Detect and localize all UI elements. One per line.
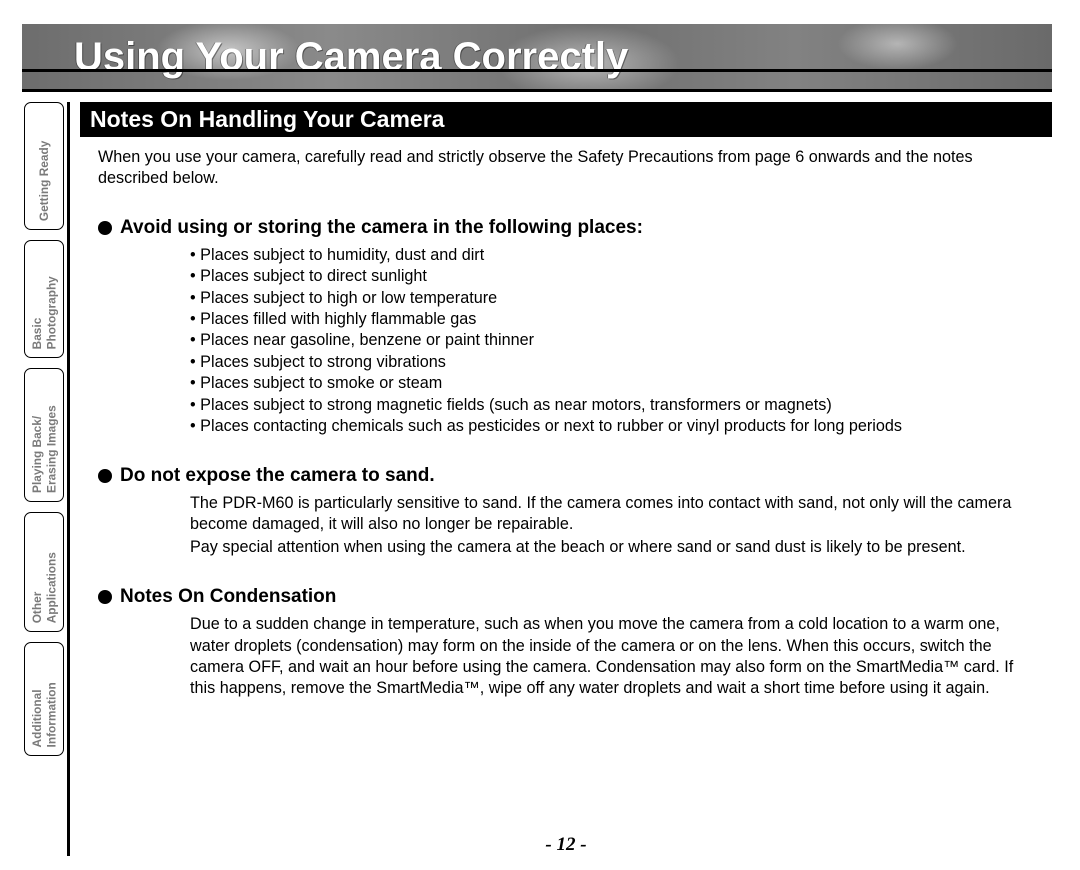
subsection-sand: Do not expose the camera to sand. The PD… [98, 465, 1046, 558]
list-item: Places subject to humidity, dust and dir… [190, 245, 1046, 266]
page-title: Using Your Camera Correctly [74, 35, 628, 80]
intro-paragraph: When you use your camera, carefully read… [98, 147, 1046, 188]
heading-text: Avoid using or storing the camera in the… [120, 217, 643, 239]
paragraph: The PDR-M60 is particularly sensitive to… [190, 493, 1040, 535]
subsection-list: Places subject to humidity, dust and dir… [190, 245, 1046, 437]
content-area: Getting Ready Basic Photography Playing … [22, 102, 1052, 856]
section-header: Notes On Handling Your Camera [80, 102, 1052, 137]
manual-page: Using Your Camera Correctly Getting Read… [0, 0, 1080, 870]
subsection-heading: Do not expose the camera to sand. [98, 465, 1046, 487]
heading-text: Do not expose the camera to sand. [120, 465, 435, 487]
bullet-icon [98, 469, 112, 483]
list-item: Places contacting chemicals such as pest… [190, 416, 1046, 437]
side-tabs: Getting Ready Basic Photography Playing … [22, 102, 76, 856]
tab-playing-back-erasing[interactable]: Playing Back/ Erasing Images [24, 368, 64, 502]
subsection-avoid-places: Avoid using or storing the camera in the… [98, 217, 1046, 437]
list-item: Places subject to direct sunlight [190, 266, 1046, 287]
title-bar: Using Your Camera Correctly [22, 24, 1052, 90]
tab-getting-ready[interactable]: Getting Ready [24, 102, 64, 230]
tab-additional-information[interactable]: Additional Information [24, 642, 64, 756]
svg-text:Getting Ready: Getting Ready [37, 140, 51, 221]
list-item: Places subject to high or low temperatur… [190, 288, 1046, 309]
svg-text:Information: Information [44, 682, 58, 747]
subsection-condensation: Notes On Condensation Due to a sudden ch… [98, 586, 1046, 698]
list-item: Places subject to smoke or steam [190, 373, 1046, 394]
paragraph: Pay special attention when using the cam… [190, 537, 1040, 558]
subsection-body: The PDR-M60 is particularly sensitive to… [190, 493, 1040, 558]
svg-text:Other: Other [30, 591, 44, 623]
list-item: Places near gasoline, benzene or paint t… [190, 330, 1046, 351]
svg-text:Erasing Images: Erasing Images [44, 405, 58, 493]
title-rule-bottom [22, 89, 1052, 92]
bullet-icon [98, 221, 112, 235]
list-item: Places filled with highly flammable gas [190, 309, 1046, 330]
main-content: Notes On Handling Your Camera When you u… [80, 102, 1052, 856]
title-rule-top [22, 69, 1052, 72]
subsection-heading: Notes On Condensation [98, 586, 1046, 608]
subsection-body: Due to a sudden change in temperature, s… [190, 614, 1040, 698]
svg-text:Playing Back/: Playing Back/ [30, 415, 44, 493]
heading-text: Notes On Condensation [120, 586, 336, 608]
list-item: Places subject to strong vibrations [190, 352, 1046, 373]
svg-text:Basic: Basic [30, 317, 44, 349]
tab-other-applications[interactable]: Other Applications [24, 512, 64, 632]
svg-text:Applications: Applications [44, 552, 58, 624]
paragraph: Due to a sudden change in temperature, s… [190, 614, 1040, 698]
tab-basic-photography[interactable]: Basic Photography [24, 240, 64, 358]
svg-text:Additional: Additional [30, 689, 44, 747]
page-number: - 12 - [80, 834, 1052, 856]
bullet-icon [98, 590, 112, 604]
subsection-heading: Avoid using or storing the camera in the… [98, 217, 1046, 239]
svg-text:Photography: Photography [44, 276, 58, 350]
list-item: Places subject to strong magnetic fields… [190, 395, 1046, 416]
